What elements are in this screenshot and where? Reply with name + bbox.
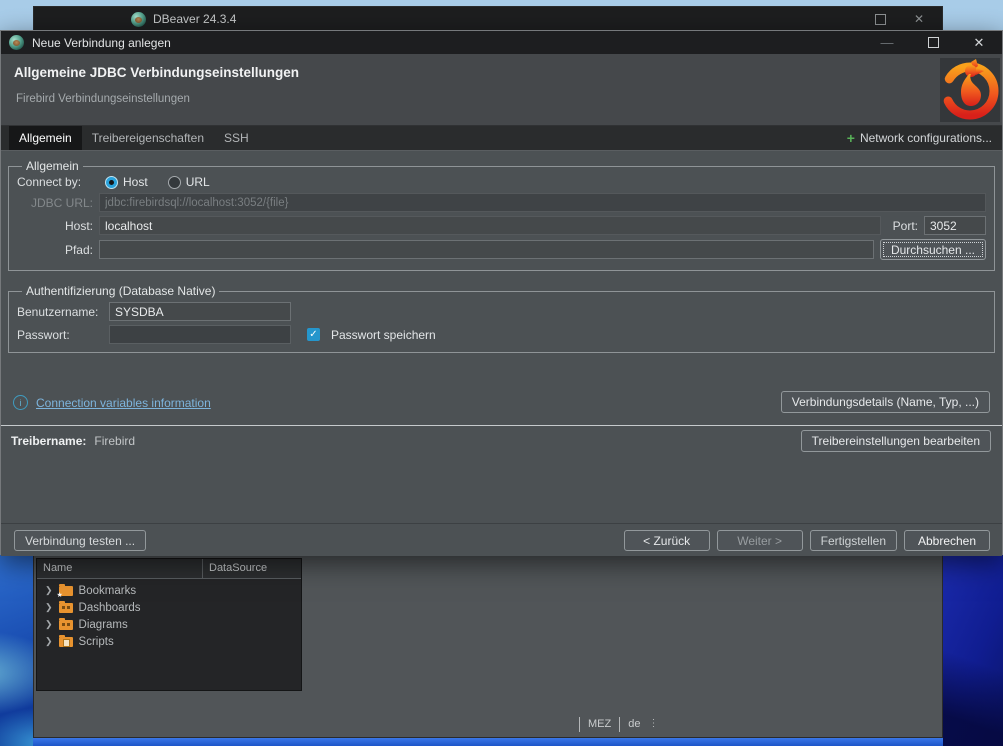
finish-button[interactable]: Fertigstellen	[810, 530, 897, 551]
path-label: Pfad:	[17, 243, 93, 257]
radio-host[interactable]	[105, 176, 118, 189]
timezone-indicator[interactable]: MEZ	[588, 718, 611, 730]
connection-variables-link[interactable]: Connection variables information	[36, 396, 211, 410]
auth-group: Authentifizierung (Database Native) Benu…	[8, 284, 995, 353]
connect-by-label: Connect by:	[17, 175, 99, 189]
dialog-body: Allgemein Connect by: Host URL JDBC URL:…	[1, 151, 1002, 556]
close-icon[interactable]: ✕	[914, 13, 924, 25]
test-connection-button[interactable]: Verbindung testen ...	[14, 530, 146, 551]
radio-url[interactable]	[168, 176, 181, 189]
edit-driver-settings-button[interactable]: Treibereinstellungen bearbeiten	[801, 430, 991, 452]
cancel-button[interactable]: Abbrechen	[904, 530, 990, 551]
radio-host-label[interactable]: Host	[123, 175, 148, 189]
dialog-titlebar: Neue Verbindung anlegen — ✕	[1, 31, 1002, 54]
maximize-icon[interactable]	[928, 37, 939, 48]
username-label: Benutzername:	[17, 305, 103, 319]
minimize-icon[interactable]: —	[881, 36, 894, 49]
tree-item-dashboards[interactable]: ❯ Dashboards	[37, 599, 301, 616]
bookmarks-folder-icon	[59, 586, 73, 596]
main-window-titlebar: DBeaver 24.3.4 ✕	[34, 7, 942, 31]
locale-indicator[interactable]: de	[628, 718, 640, 730]
back-button[interactable]: < Zurück	[624, 530, 710, 551]
general-group: Allgemein Connect by: Host URL JDBC URL:…	[8, 159, 995, 271]
chevron-right-icon[interactable]: ❯	[45, 603, 53, 612]
tree-item-scripts[interactable]: ❯ Scripts	[37, 633, 301, 650]
tree-column-headers: Name DataSource	[37, 559, 301, 579]
separator	[579, 717, 580, 732]
dbeaver-logo-icon	[131, 12, 146, 27]
tab-allgemein[interactable]: Allgemein	[9, 126, 82, 150]
host-input[interactable]	[99, 216, 881, 235]
scripts-folder-icon	[59, 637, 73, 647]
chevron-right-icon[interactable]: ❯	[45, 637, 53, 646]
dialog-header: Allgemeine JDBC Verbindungseinstellungen…	[1, 54, 1002, 126]
chevron-right-icon[interactable]: ❯	[45, 620, 53, 629]
desktop-wallpaper	[942, 553, 1003, 746]
tab-ssh[interactable]: SSH	[214, 126, 259, 150]
path-input[interactable]	[99, 240, 874, 259]
save-password-checkbox[interactable]: ✓	[307, 328, 320, 341]
driver-name-label: Treibername:	[11, 434, 86, 448]
column-header-name[interactable]: Name	[37, 559, 203, 578]
maximize-icon[interactable]	[875, 14, 886, 25]
username-input[interactable]	[109, 302, 291, 321]
check-icon: ✓	[309, 330, 317, 340]
overflow-menu-icon[interactable]: ⋮	[648, 719, 658, 729]
desktop-wallpaper	[0, 553, 34, 746]
divider	[1, 425, 1002, 426]
dialog-title: Neue Verbindung anlegen	[32, 36, 171, 50]
status-bar: MEZ de ⋮	[34, 710, 942, 738]
next-button[interactable]: Weiter >	[717, 530, 803, 551]
port-input[interactable]	[924, 216, 986, 235]
auth-group-legend: Authentifizierung (Database Native)	[22, 284, 219, 298]
tree-item-bookmarks[interactable]: ❯ Bookmarks	[37, 582, 301, 599]
connection-details-button[interactable]: Verbindungsdetails (Name, Typ, ...)	[781, 391, 990, 413]
save-password-label[interactable]: Passwort speichern	[331, 328, 436, 342]
dialog-tabs: Allgemein Treibereigenschaften SSH + Net…	[1, 126, 1002, 151]
dialog-footer: Verbindung testen ... < Zurück Weiter > …	[1, 523, 1002, 557]
tab-treibereigenschaften[interactable]: Treibereigenschaften	[82, 126, 214, 150]
chevron-right-icon[interactable]: ❯	[45, 586, 53, 595]
network-configurations-link[interactable]: + Network configurations...	[847, 126, 992, 150]
separator	[619, 717, 620, 732]
add-icon: +	[847, 131, 855, 145]
project-tree-panel: Name DataSource ❯ Bookmarks ❯ Dashboards…	[36, 558, 302, 691]
dbeaver-logo-icon	[9, 35, 24, 50]
jdbc-url-input	[99, 193, 986, 212]
driver-name-value: Firebird	[94, 434, 135, 448]
radio-url-label[interactable]: URL	[186, 175, 210, 189]
general-group-legend: Allgemein	[22, 159, 83, 173]
jdbc-url-label: JDBC URL:	[17, 196, 93, 210]
page-subtitle: Firebird Verbindungseinstellungen	[16, 93, 190, 105]
firebird-logo-icon	[940, 58, 1000, 122]
window-bottom-edge	[33, 738, 943, 746]
port-label: Port:	[893, 219, 918, 233]
new-connection-dialog: Neue Verbindung anlegen — ✕ Allgemeine J…	[0, 30, 1003, 555]
page-title: Allgemeine JDBC Verbindungseinstellungen	[14, 65, 299, 80]
column-header-datasource[interactable]: DataSource	[203, 559, 301, 578]
diagrams-folder-icon	[59, 620, 73, 630]
password-label: Passwort:	[17, 328, 103, 342]
host-label: Host:	[17, 219, 93, 233]
browse-button[interactable]: Durchsuchen ...	[880, 239, 986, 260]
dashboards-folder-icon	[59, 603, 73, 613]
close-icon[interactable]: ✕	[974, 36, 985, 49]
tree-item-diagrams[interactable]: ❯ Diagrams	[37, 616, 301, 633]
password-input[interactable]	[109, 325, 291, 344]
main-window-title: DBeaver 24.3.4	[153, 12, 236, 26]
info-icon: i	[13, 395, 28, 410]
